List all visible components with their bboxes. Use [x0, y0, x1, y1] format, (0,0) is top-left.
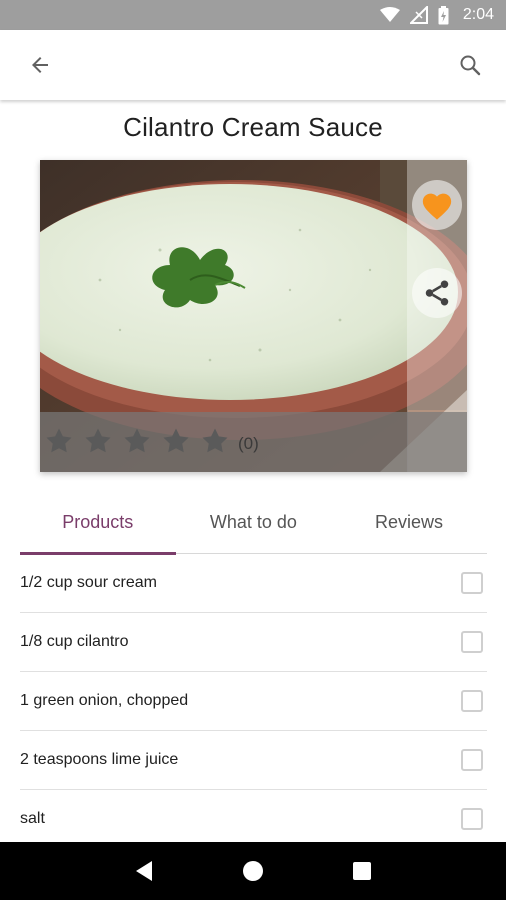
search-button[interactable] — [450, 45, 490, 85]
ingredient-text: salt — [20, 810, 45, 827]
ingredient-checkbox[interactable] — [461, 690, 483, 712]
star-icon[interactable] — [83, 426, 113, 456]
ingredient-checkbox[interactable] — [461, 749, 483, 771]
share-button[interactable] — [412, 268, 462, 318]
ingredient-checkbox[interactable] — [461, 572, 483, 594]
tab-what-to-do[interactable]: What to do — [176, 490, 332, 554]
battery-icon — [438, 5, 449, 25]
list-item[interactable]: 1 green onion, chopped — [20, 672, 487, 731]
recipe-tabs: Products What to do Reviews — [20, 490, 487, 555]
share-icon — [425, 280, 449, 306]
back-button[interactable] — [20, 45, 60, 85]
ingredient-text: 1/2 cup sour cream — [20, 574, 157, 591]
star-icon[interactable] — [200, 426, 230, 456]
ingredient-text: 2 teaspoons lime juice — [20, 751, 179, 768]
ingredient-checkbox[interactable] — [461, 631, 483, 653]
status-icons: 2:04 — [379, 5, 494, 25]
nav-back-button[interactable] — [120, 847, 168, 895]
app-toolbar — [0, 30, 506, 100]
star-icon[interactable] — [44, 426, 74, 456]
system-nav-bar — [0, 842, 506, 900]
recipe-title: Cilantro Cream Sauce — [123, 112, 383, 142]
star-icon[interactable] — [122, 426, 152, 456]
star-icon[interactable] — [161, 426, 191, 456]
ingredient-list: 1/2 cup sour cream 1/8 cup cilantro 1 gr… — [20, 554, 487, 849]
nav-home-button[interactable] — [229, 847, 277, 895]
recents-square-icon — [352, 862, 371, 880]
list-item[interactable]: 1/2 cup sour cream — [20, 554, 487, 613]
nav-recents-button[interactable] — [338, 847, 386, 895]
wifi-icon — [379, 7, 400, 23]
arrow-left-icon — [32, 57, 48, 73]
ingredient-checkbox[interactable] — [461, 808, 483, 830]
status-time: 2:04 — [462, 6, 494, 23]
tab-reviews[interactable]: Reviews — [331, 490, 487, 554]
home-circle-icon — [242, 861, 263, 881]
signal-icon — [409, 6, 428, 24]
status-bar: 2:04 — [0, 0, 506, 30]
ingredient-text: 1 green onion, chopped — [20, 692, 189, 709]
list-item[interactable]: 1/8 cup cilantro — [20, 613, 487, 672]
favorite-button[interactable] — [412, 180, 462, 230]
rating-count: (0) — [238, 434, 259, 453]
list-item[interactable]: salt — [20, 790, 487, 849]
heart-icon — [422, 193, 452, 220]
rating-bar: (0) — [40, 412, 467, 472]
list-item[interactable]: 2 teaspoons lime juice — [20, 731, 487, 790]
ingredient-text: 1/8 cup cilantro — [20, 633, 129, 650]
star-rating[interactable] — [44, 426, 230, 456]
tab-products[interactable]: Products — [20, 490, 176, 555]
search-icon — [460, 55, 481, 76]
recipe-image-card: (0) — [40, 160, 467, 472]
back-triangle-icon — [136, 861, 153, 881]
